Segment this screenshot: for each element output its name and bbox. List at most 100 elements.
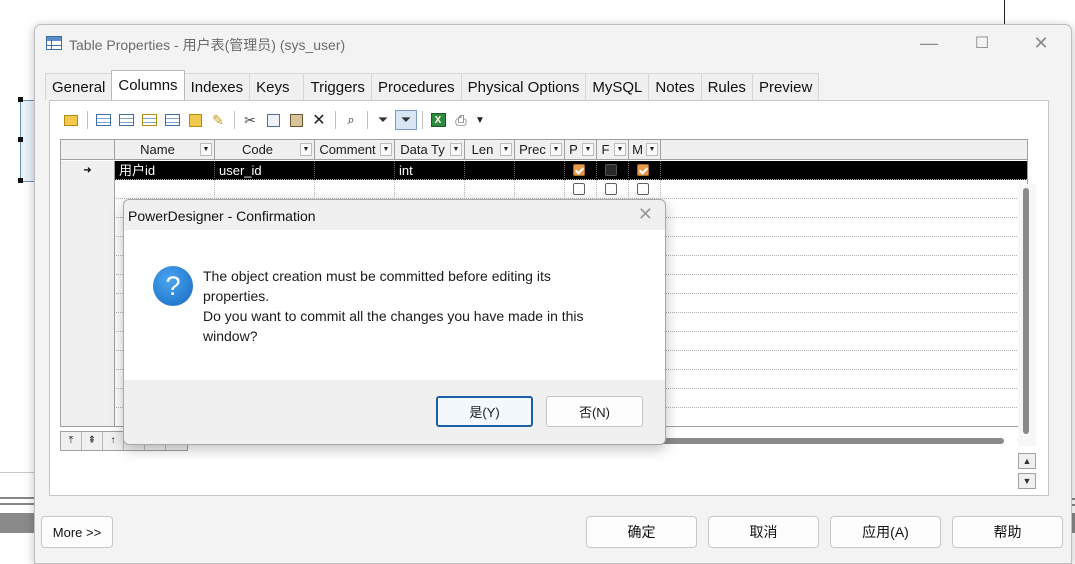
find-icon[interactable]: ⌕ xyxy=(340,110,362,130)
grid-cell[interactable] xyxy=(597,180,629,199)
row-header[interactable] xyxy=(61,275,115,294)
cell-precision[interactable] xyxy=(515,161,565,180)
insert-row-icon[interactable] xyxy=(115,110,137,130)
move-up-icon[interactable]: ↑ xyxy=(103,432,124,450)
minimize-button[interactable]: — xyxy=(907,31,951,55)
cut-icon[interactable]: ✂ xyxy=(239,110,261,130)
chevron-down-icon[interactable]: ▼ xyxy=(614,143,626,156)
foreign-checkbox[interactable] xyxy=(605,164,617,176)
row-header[interactable] xyxy=(61,180,115,199)
no-button[interactable]: 否(N) xyxy=(546,396,643,427)
checkbox[interactable] xyxy=(573,183,585,195)
close-button[interactable]: ✕ xyxy=(1019,31,1063,55)
maximize-button[interactable]: ☐ xyxy=(960,31,1004,55)
row-header[interactable] xyxy=(61,389,115,408)
cell-data-type[interactable]: int xyxy=(395,161,465,180)
chevron-down-icon[interactable]: ▼ xyxy=(646,143,658,156)
add-columns-icon[interactable] xyxy=(138,110,160,130)
column-header-mandatory[interactable]: M ▼ xyxy=(629,140,661,160)
primary-checkbox[interactable] xyxy=(573,164,585,176)
row-header[interactable] xyxy=(61,199,115,218)
excel-export-icon[interactable]: X xyxy=(427,110,449,130)
row-header[interactable] xyxy=(61,294,115,313)
dropdown-arrow-icon[interactable]: ▼ xyxy=(473,110,487,130)
table-row[interactable]: ➜ 用户id user_id int xyxy=(61,161,1027,180)
tab-columns[interactable]: Columns xyxy=(111,70,185,100)
row-header[interactable] xyxy=(61,313,115,332)
row-header[interactable] xyxy=(61,256,115,275)
cell-mandatory[interactable] xyxy=(629,161,661,180)
paste-icon[interactable] xyxy=(285,110,307,130)
tab-indexes[interactable]: Indexes xyxy=(183,73,251,100)
tab-rules[interactable]: Rules xyxy=(700,73,753,100)
add-row-icon[interactable] xyxy=(92,110,114,130)
chevron-down-icon[interactable]: ▼ xyxy=(500,143,512,156)
grid-cell[interactable] xyxy=(629,180,661,199)
cell-primary[interactable] xyxy=(565,161,597,180)
column-header-precision[interactable]: Prec ▼ xyxy=(515,140,565,160)
cell-code[interactable]: user_id xyxy=(215,161,315,180)
tab-mysql[interactable]: MySQL xyxy=(585,73,650,100)
mandatory-checkbox[interactable] xyxy=(637,164,649,176)
ok-button[interactable]: 确定 xyxy=(586,516,697,548)
checkbox[interactable] xyxy=(637,183,649,195)
vertical-scrollbar[interactable] xyxy=(1018,184,1036,446)
grid-cell[interactable] xyxy=(565,180,597,199)
column-header-name[interactable]: Name ▼ xyxy=(115,140,215,160)
yes-button[interactable]: 是(Y) xyxy=(436,396,533,427)
page-up-icon[interactable]: ⇞ xyxy=(82,432,103,450)
row-header[interactable] xyxy=(61,408,115,426)
chevron-down-icon[interactable]: ▼ xyxy=(582,143,594,156)
dialog-close-icon[interactable]: ✕ xyxy=(638,204,653,225)
grid-cell[interactable] xyxy=(115,180,215,199)
cell-foreign[interactable] xyxy=(597,161,629,180)
scrollbar-thumb[interactable] xyxy=(1023,188,1029,434)
cell-length[interactable] xyxy=(465,161,515,180)
tab-notes[interactable]: Notes xyxy=(648,73,702,100)
tab-keys[interactable]: Keys xyxy=(249,73,305,100)
grid-cell[interactable] xyxy=(515,180,565,199)
domain-icon[interactable] xyxy=(184,110,206,130)
chevron-down-icon[interactable]: ▼ xyxy=(380,143,392,156)
customize-columns-icon[interactable]: ⏷ xyxy=(395,110,417,130)
properties-icon[interactable] xyxy=(60,110,82,130)
delete-icon[interactable]: ✕ xyxy=(308,110,330,130)
help-button[interactable]: 帮助 xyxy=(952,516,1063,548)
replicate-columns-icon[interactable] xyxy=(161,110,183,130)
grid-cell[interactable] xyxy=(215,180,315,199)
column-header-length[interactable]: Len ▼ xyxy=(465,140,515,160)
tab-procedures[interactable]: Procedures xyxy=(370,73,462,100)
tab-general[interactable]: General xyxy=(45,73,113,100)
chevron-down-icon[interactable]: ▼ xyxy=(200,143,212,156)
row-header[interactable] xyxy=(61,370,115,389)
tab-preview[interactable]: Preview xyxy=(751,73,820,100)
tab-triggers[interactable]: Triggers xyxy=(303,73,372,100)
column-header-code[interactable]: Code ▼ xyxy=(215,140,315,160)
column-header-data-type[interactable]: Data Ty ▼ xyxy=(395,140,465,160)
column-header-comment[interactable]: Comment ▼ xyxy=(315,140,395,160)
column-header-primary[interactable]: P ▼ xyxy=(565,140,597,160)
chevron-down-icon[interactable]: ▼ xyxy=(450,143,462,156)
scroll-down-button[interactable]: ▼ xyxy=(1018,473,1036,489)
grid-cell[interactable] xyxy=(465,180,515,199)
copy-icon[interactable] xyxy=(262,110,284,130)
scroll-up-button[interactable]: ▲ xyxy=(1018,453,1036,469)
cancel-button[interactable]: 取消 xyxy=(708,516,819,548)
print-icon[interactable]: ⎙ xyxy=(450,110,472,130)
more-button[interactable]: More >> xyxy=(41,516,113,548)
tab-physical-options[interactable]: Physical Options xyxy=(460,73,587,100)
row-header[interactable] xyxy=(61,332,115,351)
move-top-icon[interactable]: ⤒ xyxy=(61,432,82,450)
grid-cell[interactable] xyxy=(395,180,465,199)
column-header-foreign[interactable]: F ▼ xyxy=(597,140,629,160)
table-row[interactable] xyxy=(61,180,1027,199)
checkbox[interactable] xyxy=(605,183,617,195)
row-marker-icon[interactable]: ➜ xyxy=(61,161,115,180)
apply-button[interactable]: 应用(A) xyxy=(830,516,941,548)
cell-comment[interactable] xyxy=(315,161,395,180)
grid-cell[interactable] xyxy=(315,180,395,199)
chevron-down-icon[interactable]: ▼ xyxy=(300,143,312,156)
row-header[interactable] xyxy=(61,218,115,237)
row-header[interactable] xyxy=(61,351,115,370)
row-header[interactable] xyxy=(61,237,115,256)
